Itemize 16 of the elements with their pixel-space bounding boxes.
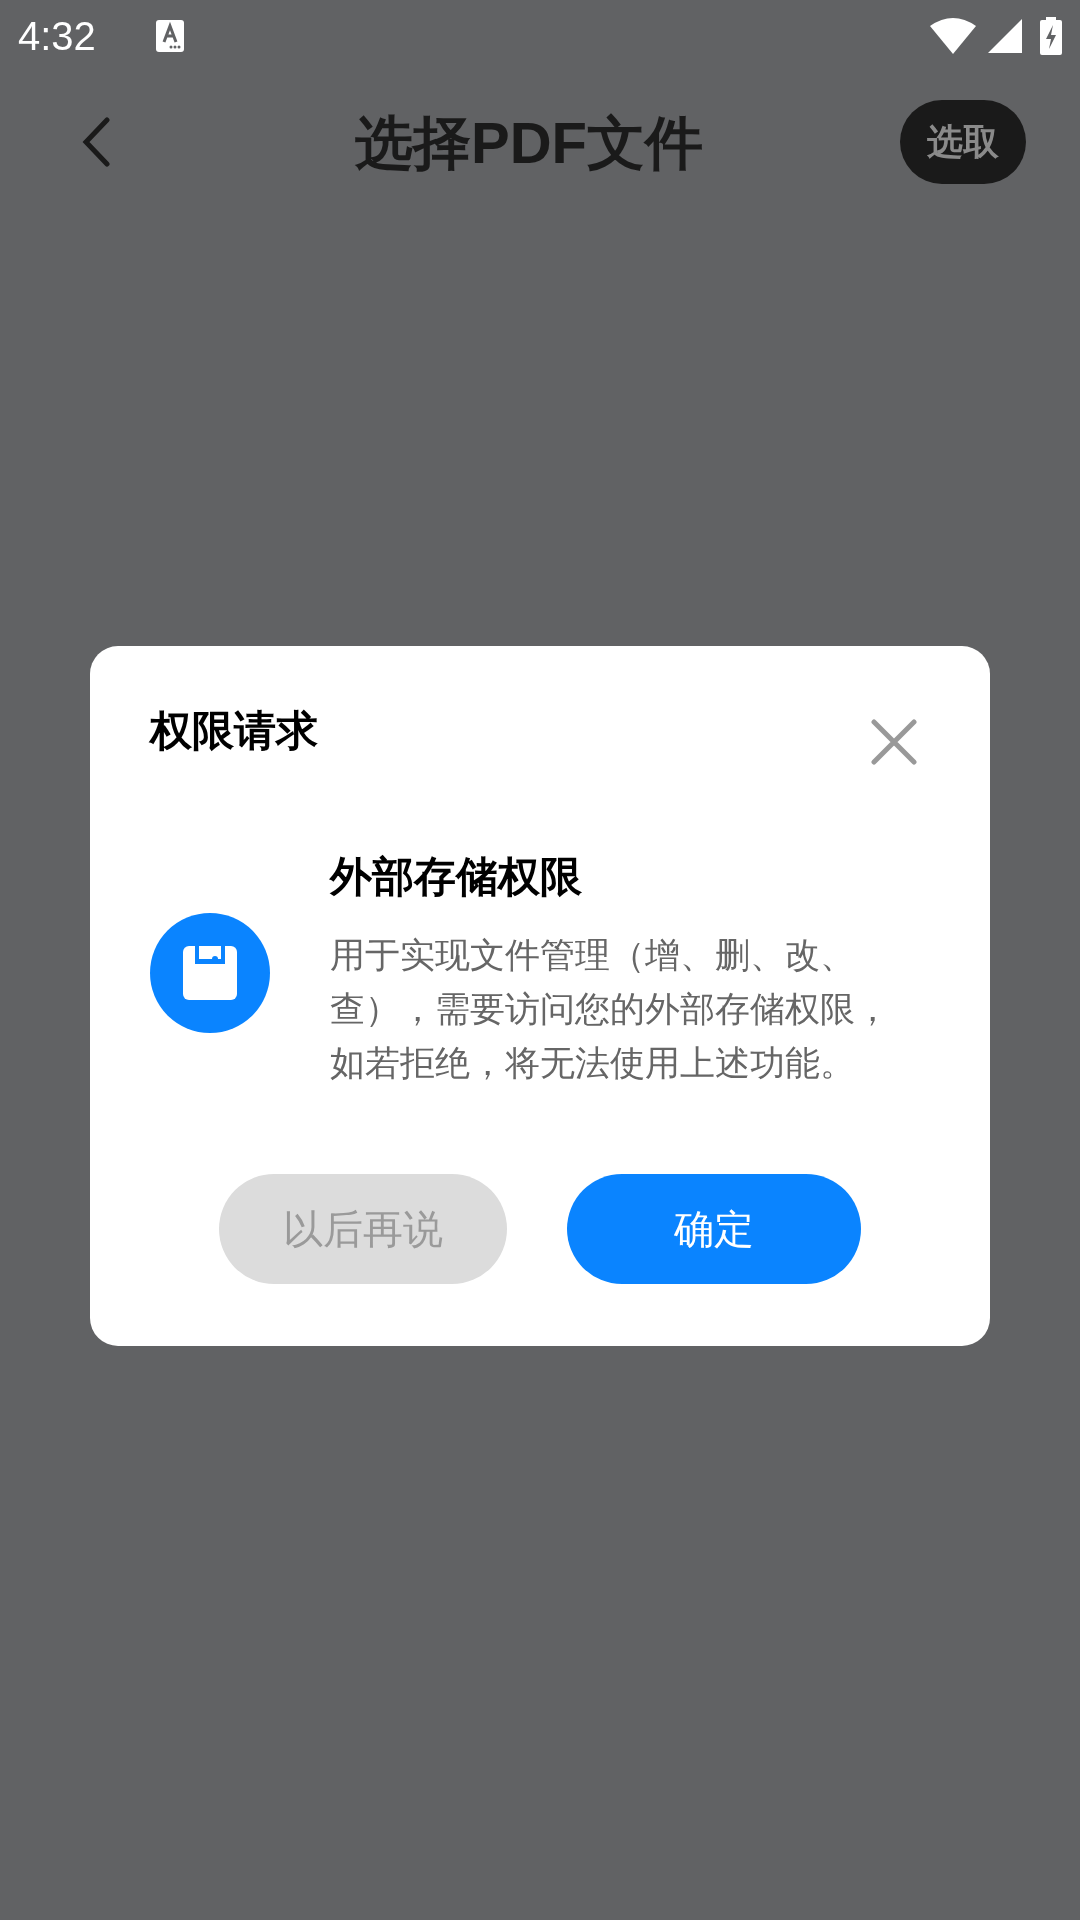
close-icon xyxy=(871,719,917,765)
notification-icon xyxy=(155,20,184,52)
signal-icon xyxy=(988,19,1022,53)
battery-icon xyxy=(1040,17,1062,55)
later-button[interactable]: 以后再说 xyxy=(219,1174,507,1284)
select-button[interactable]: 选取 xyxy=(900,100,1026,184)
wifi-icon xyxy=(930,18,976,54)
close-button[interactable] xyxy=(870,718,918,766)
save-icon xyxy=(150,913,270,1033)
confirm-button[interactable]: 确定 xyxy=(567,1174,861,1284)
status-time: 4:32 xyxy=(18,16,96,56)
back-icon xyxy=(81,117,111,167)
page-title: 选择PDF文件 xyxy=(355,108,703,177)
permission-title: 外部存储权限 xyxy=(330,856,583,898)
permission-description: 用于实现文件管理（增、删、改、查），需要访问您的外部存储权限，如若拒绝，将无法使用上述功能。 xyxy=(330,934,891,1084)
dialog-title: 权限请求 xyxy=(150,710,318,752)
